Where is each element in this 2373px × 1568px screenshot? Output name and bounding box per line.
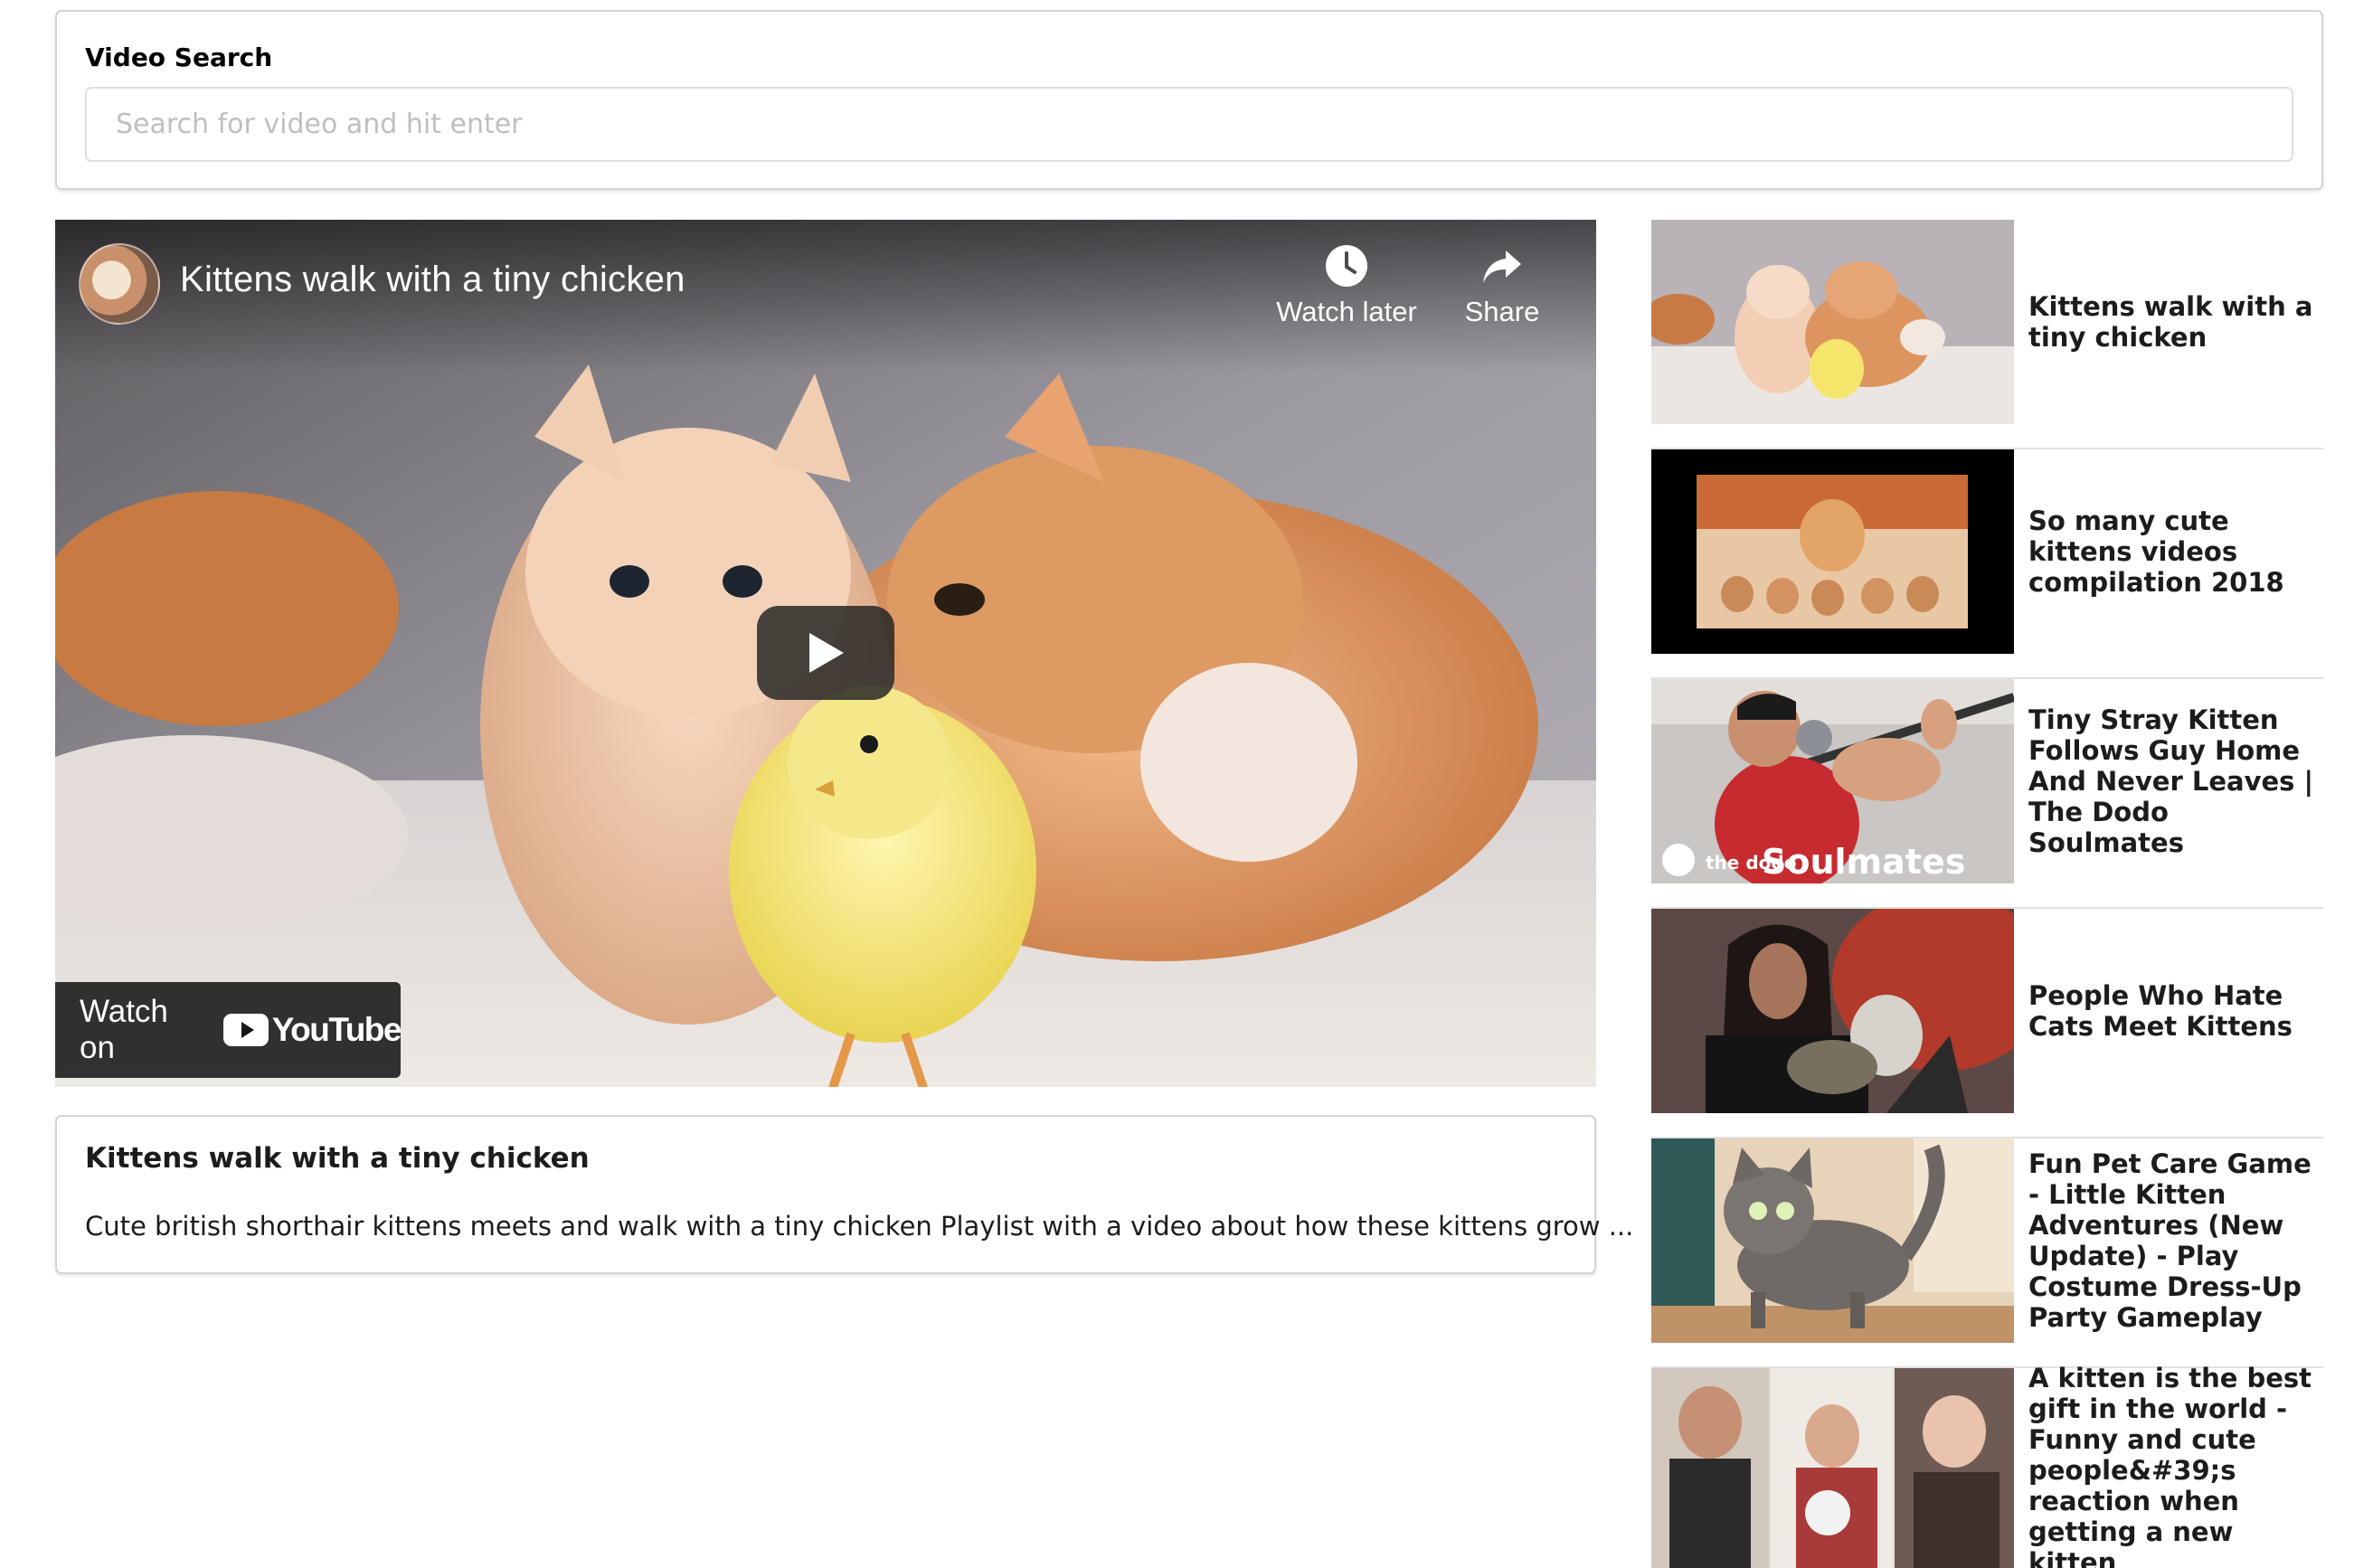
video-thumbnail[interactable]: the dodo Soulmates [1651,679,2014,883]
share-button[interactable]: Share [1448,243,1556,328]
watch-later-button[interactable]: Watch later [1274,243,1419,328]
video-player[interactable]: Kittens walk with a tiny chicken Watch l… [55,220,1596,1087]
video-thumbnail[interactable] [1651,220,2014,424]
play-button[interactable] [757,606,894,700]
search-card: Video Search [55,10,2323,190]
watch-on-label: Watch on [80,994,168,1065]
video-list-item[interactable]: A kitten is the best gift in the world -… [1651,1363,2323,1568]
video-thumbnail[interactable] [1651,1138,2014,1343]
video-detail-description: Cute british shorthair kittens meets and… [85,1211,1634,1242]
thumbnail-image [1651,1368,2014,1568]
video-list-item-title[interactable]: A kitten is the best gift in the world -… [2028,1363,2323,1568]
video-list-item[interactable]: So many cute kittens videos compilation … [1651,449,2323,679]
thumbnail-image [1651,909,2014,1113]
play-icon [809,633,844,673]
video-detail-card: Kittens walk with a tiny chicken Cute br… [55,1115,1633,1274]
video-list-item-title-wrap: A kitten is the best gift in the world -… [2028,1363,2323,1568]
thumbnail-image: the dodo Soulmates [1651,679,2014,883]
video-list-item-title[interactable]: Kittens walk with a tiny chicken [2028,291,2323,353]
video-thumbnail[interactable] [1651,1368,2014,1568]
search-label: Video Search [85,43,273,72]
video-list-item-title[interactable]: People Who Hate Cats Meet Kittens [2028,980,2323,1042]
soulmates-text: Soulmates [1762,842,1965,882]
watch-later-label: Watch later [1276,296,1417,327]
youtube-logo: YouTube [222,1011,402,1049]
video-list-item-title-wrap: Tiny Stray Kitten Follows Guy Home And N… [2028,679,2323,883]
share-arrow-icon [1483,250,1521,283]
video-list-item[interactable]: the dodo Soulmates Tiny Stray Kitten Fol… [1651,679,2323,909]
player-video-title[interactable]: Kittens walk with a tiny chicken [180,260,685,300]
video-list-item-title-wrap: Kittens walk with a tiny chicken [2028,220,2323,424]
thumbnail-image [1651,220,2014,424]
search-input[interactable] [85,87,2293,162]
video-list-item-title[interactable]: Fun Pet Care Game - Little Kitten Advent… [2028,1148,2323,1333]
video-list-item[interactable]: Fun Pet Care Game - Little Kitten Advent… [1651,1138,2323,1368]
video-thumbnail[interactable] [1651,909,2014,1113]
thumbnail-image [1651,449,2014,654]
video-list-item[interactable]: Kittens walk with a tiny chicken [1651,220,2323,449]
youtube-wordmark: YouTube [271,1011,402,1048]
thumbnail-image [1651,1138,2014,1343]
video-list-item-title[interactable]: Tiny Stray Kitten Follows Guy Home And N… [2028,704,2323,858]
clock-icon [1326,245,1367,287]
video-detail-title: Kittens walk with a tiny chicken [85,1142,590,1175]
video-list-item-title-wrap: Fun Pet Care Game - Little Kitten Advent… [2028,1138,2323,1343]
video-list-item-title[interactable]: So many cute kittens videos compilation … [2028,505,2323,598]
youtube-logo-icon [222,1014,269,1046]
video-list-item[interactable]: People Who Hate Cats Meet Kittens [1651,909,2323,1138]
share-label: Share [1464,296,1540,327]
video-thumbnail[interactable] [1651,449,2014,654]
video-list-item-title-wrap: So many cute kittens videos compilation … [2028,449,2323,654]
video-list-item-title-wrap: People Who Hate Cats Meet Kittens [2028,909,2323,1113]
channel-avatar[interactable] [79,243,160,325]
watch-on-youtube-button[interactable]: Watch on YouTube [55,982,402,1078]
